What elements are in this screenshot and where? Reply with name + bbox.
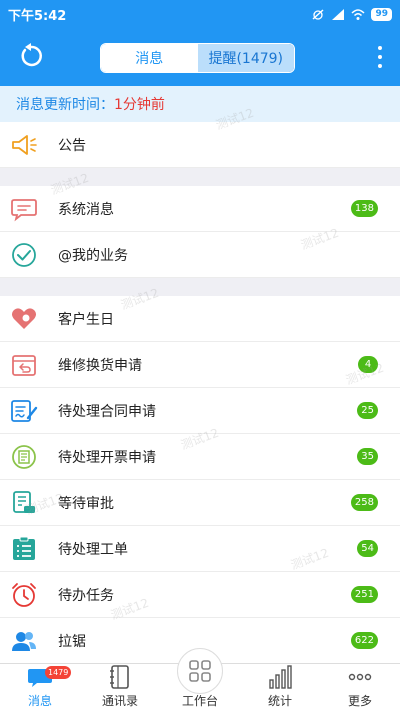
list-item-label: 等待审批 — [58, 495, 114, 512]
list-item-label: 系统消息 — [58, 201, 114, 218]
update-time-value: 1分钟前 — [114, 97, 165, 113]
list-item-label: 公告 — [58, 137, 86, 154]
wifi-icon — [351, 8, 365, 20]
nav-contacts[interactable]: 通讯录 — [80, 664, 160, 711]
refresh-icon[interactable] — [16, 41, 46, 71]
app-header: 消息 提醒(1479) — [0, 28, 400, 86]
list-item-label: 待处理开票申请 — [58, 449, 156, 466]
invoice-icon — [12, 445, 36, 469]
workbench-grid-icon — [189, 660, 211, 682]
nav-label: 消息 — [27, 694, 52, 708]
bottom-nav: 1479 消息 通讯录 工作台 统计 更多 — [0, 648, 400, 711]
approval-doc-icon — [13, 491, 35, 513]
nav-more[interactable]: 更多 — [320, 664, 400, 711]
status-icons: 99 — [311, 7, 392, 21]
status-time: 下午5:42 — [8, 8, 67, 24]
return-box-icon — [12, 355, 36, 376]
bar-stats-icon — [269, 665, 292, 689]
count-badge: 258 — [350, 494, 378, 511]
nav-label: 更多 — [347, 694, 372, 708]
list-item-label: 待办任务 — [58, 587, 114, 604]
workbench-button[interactable] — [177, 648, 223, 694]
list-item-awaiting-approval[interactable]: 等待审批 258 — [0, 480, 400, 526]
more-menu-icon[interactable] — [376, 46, 384, 68]
nav-label: 工作台 — [181, 694, 218, 708]
list-item-todo-tasks[interactable]: 待办任务 251 — [0, 572, 400, 618]
list-item-customer-birthday[interactable]: 客户生日 — [0, 296, 400, 342]
nav-badge: 1479 — [45, 666, 72, 679]
nav-statistics[interactable]: 统计 — [240, 664, 320, 711]
alarm-clock-icon — [12, 583, 36, 607]
nav-label: 通讯录 — [101, 694, 138, 708]
list-item-label: @我的业务 — [58, 247, 128, 264]
list-item-repair-exchange[interactable]: 维修换货申请 4 — [0, 342, 400, 388]
list-item-system-messages[interactable]: 系统消息 138 — [0, 186, 400, 232]
contacts-book-icon — [110, 665, 129, 689]
nav-workbench[interactable]: 工作台 — [160, 648, 240, 711]
check-circle-icon — [12, 243, 36, 267]
count-badge: 138 — [350, 200, 378, 217]
update-time-label: 消息更新时间： — [16, 97, 114, 113]
more-dots-icon — [348, 673, 372, 681]
list-item-pending-invoices[interactable]: 待处理开票申请 35 — [0, 434, 400, 480]
nav-label: 统计 — [267, 694, 292, 708]
tab-reminders[interactable]: 提醒(1479) — [197, 44, 294, 72]
status-bar: 下午5:42 99 — [0, 0, 400, 28]
contract-edit-icon — [11, 400, 38, 422]
battery-icon: 99 — [371, 7, 392, 21]
list-item-label: 拉锯 — [58, 633, 86, 650]
dnd-icon — [312, 8, 324, 20]
list-item-pending-work-orders[interactable]: 待处理工单 54 — [0, 526, 400, 572]
count-badge: 251 — [350, 586, 378, 603]
users-icon — [12, 632, 36, 651]
megaphone-icon — [12, 135, 37, 155]
nav-messages[interactable]: 1479 消息 — [0, 664, 80, 711]
count-badge: 622 — [350, 632, 378, 649]
tab-switcher: 消息 提醒(1479) — [100, 43, 295, 73]
update-time-bar: 消息更新时间： 1分钟前 — [0, 86, 400, 122]
list-item-pending-contracts[interactable]: 待处理合同申请 25 — [0, 388, 400, 434]
list-item-label: 维修换货申请 — [58, 357, 142, 374]
list-item-label: 待处理合同申请 — [58, 403, 156, 420]
heart-icon — [12, 308, 36, 329]
count-badge: 4 — [358, 356, 378, 373]
count-badge: 35 — [357, 448, 378, 465]
list-item-label: 客户生日 — [58, 311, 114, 328]
clipboard-list-icon — [13, 536, 35, 560]
count-badge: 54 — [357, 540, 378, 557]
list-item-my-business[interactable]: @我的业务 — [0, 232, 400, 278]
list-item-announcement[interactable]: 公告 — [0, 122, 400, 168]
list-item-label: 待处理工单 — [58, 541, 128, 558]
chat-bubble-icon — [11, 199, 37, 222]
tab-messages[interactable]: 消息 — [101, 44, 198, 72]
signal-icon — [332, 8, 345, 20]
count-badge: 25 — [357, 402, 378, 419]
